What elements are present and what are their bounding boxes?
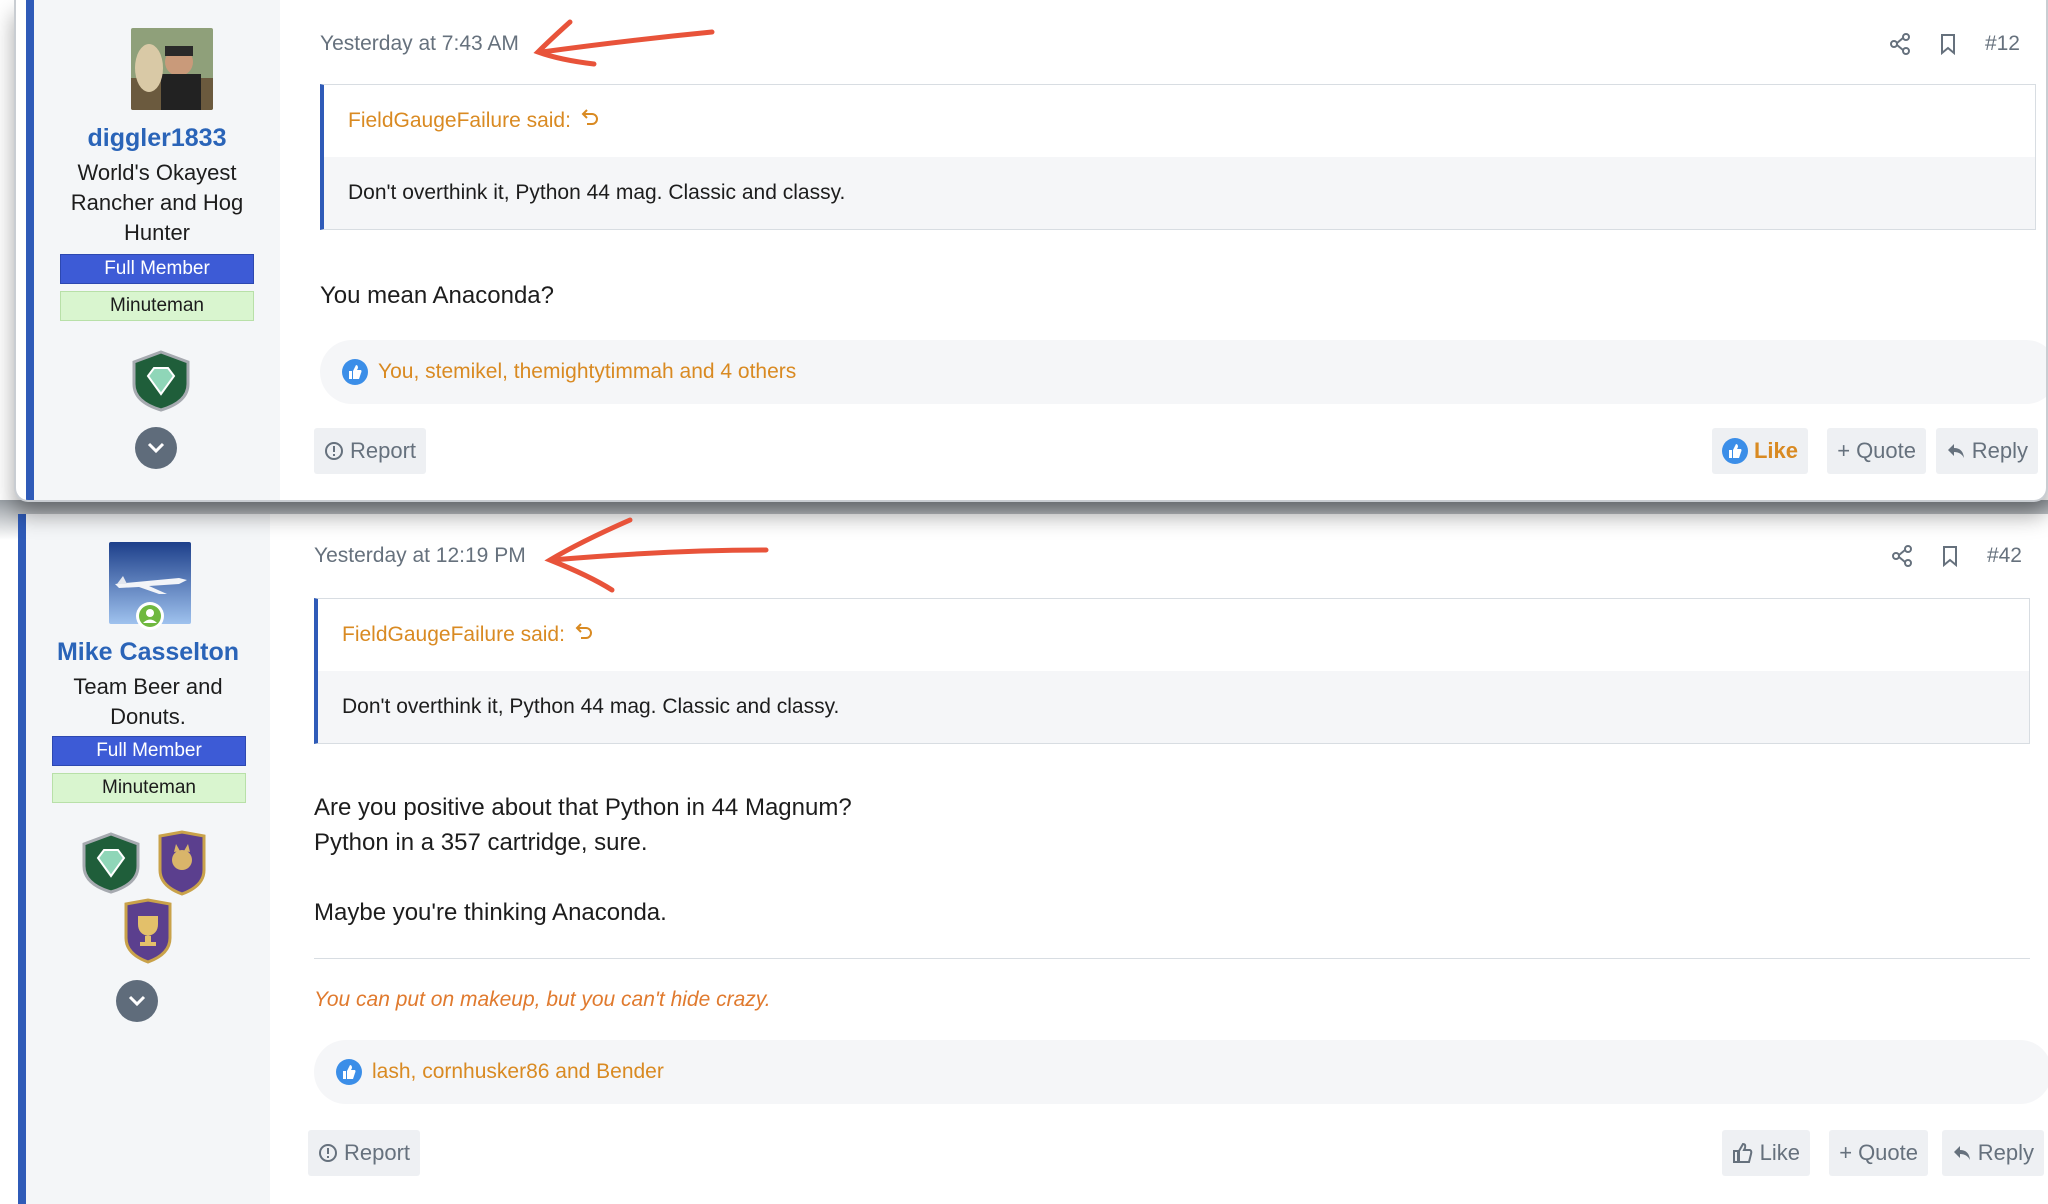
go-to-quote-icon[interactable] <box>581 108 599 134</box>
quote-block: FieldGaugeFailure said: Don't overthink … <box>314 598 2030 744</box>
post-number[interactable]: #42 <box>1987 544 2022 568</box>
share-icon[interactable] <box>1891 545 1913 567</box>
cat-badge-trophy-icon[interactable] <box>156 830 208 901</box>
signature-divider <box>314 958 2030 959</box>
online-status-icon <box>136 602 164 630</box>
avatar[interactable] <box>131 28 213 110</box>
expand-user-info-button[interactable] <box>116 980 158 1022</box>
diamond-shield-trophy-icon[interactable] <box>130 350 192 417</box>
report-button[interactable]: Report <box>308 1130 421 1176</box>
post-tools: #12 <box>1889 32 2020 56</box>
chevron-down-icon <box>147 442 165 454</box>
chevron-down-icon <box>128 995 146 1007</box>
quote-button[interactable]: + Quote <box>1827 428 1926 474</box>
annotation-arrow-icon <box>544 517 769 593</box>
post-date[interactable]: Yesterday at 7:43 AM <box>320 32 519 56</box>
post-42: Mike Casselton Team Beer and Donuts. Ful… <box>18 514 2048 1204</box>
thumbs-up-icon <box>336 1059 362 1085</box>
reactions-list[interactable]: lash, cornhusker86 and Bender <box>372 1060 664 1084</box>
quote-author[interactable]: FieldGaugeFailure said: <box>348 109 571 133</box>
reply-button[interactable]: Reply <box>1941 1130 2044 1176</box>
share-icon[interactable] <box>1889 33 1911 55</box>
full-member-banner: Full Member <box>60 254 254 284</box>
quote-author[interactable]: FieldGaugeFailure said: <box>342 623 565 647</box>
minuteman-banner: Minuteman <box>52 773 246 803</box>
post-date[interactable]: Yesterday at 12:19 PM <box>314 544 526 568</box>
report-button[interactable]: Report <box>314 428 427 474</box>
username[interactable]: Mike Casselton <box>26 638 270 667</box>
thumbs-up-icon <box>1721 438 1748 464</box>
report-icon <box>325 442 343 460</box>
thumbs-up-icon <box>1732 1142 1752 1163</box>
post-12: diggler1833 World's Okayest Rancher and … <box>14 0 2048 502</box>
quote-text: Don't overthink it, Python 44 mag. Class… <box>318 671 2029 743</box>
user-info-panel: diggler1833 World's Okayest Rancher and … <box>34 0 280 500</box>
post-accent-bar <box>18 514 26 1204</box>
report-icon <box>319 1144 337 1162</box>
thumbs-up-icon <box>342 359 368 385</box>
annotation-arrow-icon <box>533 19 715 67</box>
minuteman-banner: Minuteman <box>60 291 254 321</box>
username[interactable]: diggler1833 <box>34 124 280 153</box>
post-accent-bar <box>26 0 34 500</box>
bookmark-icon[interactable] <box>1939 545 1961 568</box>
reply-button[interactable]: Reply <box>1935 428 2038 474</box>
reactions-bar[interactable]: You, stemikel, themightytimmah and 4 oth… <box>320 340 2046 404</box>
quote-header[interactable]: FieldGaugeFailure said: <box>318 599 2029 671</box>
post-main: Yesterday at 7:43 AM #12 FieldGaugeFailu… <box>280 0 2046 500</box>
diamond-shield-trophy-icon[interactable] <box>80 832 142 899</box>
quote-header[interactable]: FieldGaugeFailure said: <box>324 85 2035 157</box>
expand-user-info-button[interactable] <box>135 427 177 469</box>
user-title: World's Okayest Rancher and Hog Hunter <box>70 160 244 245</box>
user-info-panel: Mike Casselton Team Beer and Donuts. Ful… <box>26 514 270 1204</box>
reactions-list[interactable]: You, stemikel, themightytimmah and 4 oth… <box>378 360 796 384</box>
quote-text: Don't overthink it, Python 44 mag. Class… <box>324 157 2035 229</box>
trophy-cup-badge-icon[interactable] <box>122 898 174 969</box>
plus-icon: + <box>1837 438 1851 463</box>
post-number[interactable]: #12 <box>1985 32 2020 56</box>
go-to-quote-icon[interactable] <box>575 622 593 648</box>
post-main: Yesterday at 12:19 PM #42 FieldGaugeFail… <box>270 514 2048 1204</box>
message-body: You mean Anaconda? <box>320 282 554 309</box>
reply-arrow-icon <box>1953 1146 1970 1160</box>
post-tools: #42 <box>1891 544 2022 568</box>
user-title: Team Beer and Donuts. <box>73 674 223 729</box>
quote-block: FieldGaugeFailure said: Don't overthink … <box>320 84 2036 230</box>
quote-button[interactable]: + Quote <box>1829 1130 1928 1176</box>
reactions-bar[interactable]: lash, cornhusker86 and Bender <box>314 1040 2048 1104</box>
signature: You can put on makeup, but you can't hid… <box>314 988 771 1011</box>
full-member-banner: Full Member <box>52 736 246 766</box>
reply-arrow-icon <box>1947 444 1964 458</box>
like-button[interactable]: Like <box>1711 428 1808 474</box>
message-body: Are you positive about that Python in 44… <box>314 794 852 926</box>
like-button[interactable]: Like <box>1721 1130 1810 1176</box>
bookmark-icon[interactable] <box>1937 33 1959 56</box>
plus-icon: + <box>1839 1140 1853 1165</box>
